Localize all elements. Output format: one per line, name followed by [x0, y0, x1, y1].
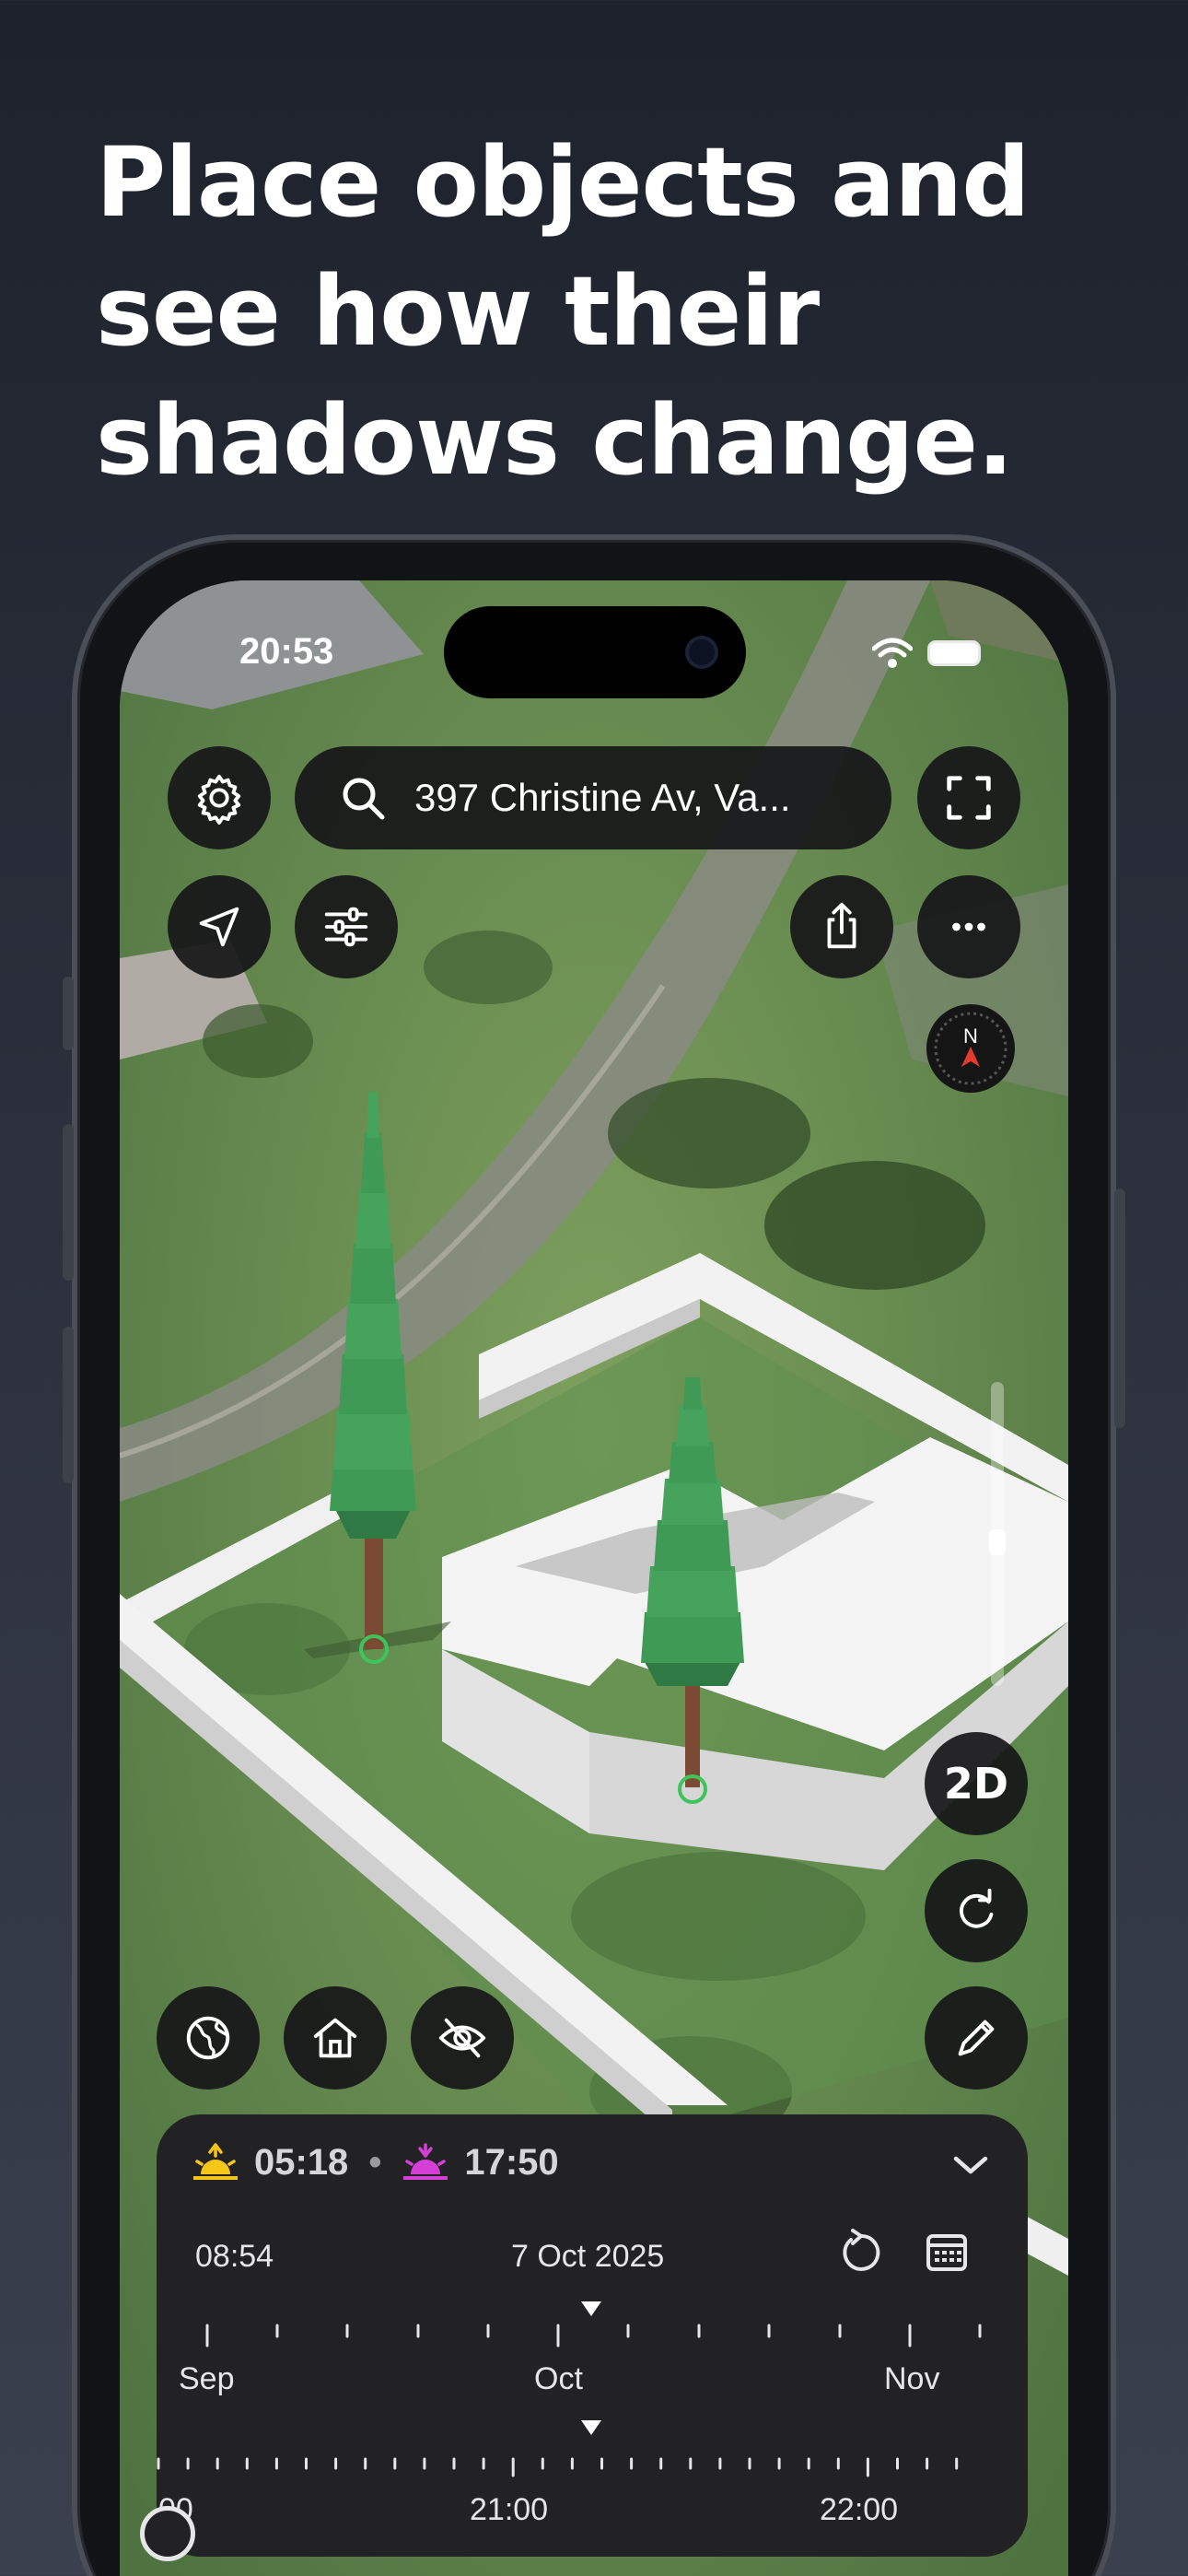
time-scrubber[interactable]: [157, 2418, 1028, 2479]
hour-label-21: 21:00: [470, 2492, 549, 2527]
search-bar[interactable]: 397 Christine Av, Va...: [295, 746, 891, 849]
date-indicator-icon: [581, 2301, 601, 2316]
sun-times-row: 05:18 • 17:50: [192, 2142, 559, 2184]
volume-down-button: [63, 1327, 74, 1483]
action-button: [63, 977, 74, 1050]
sun-time-panel: 05:18 • 17:50 08:54 7 Oct 2025 Sep Oct N…: [157, 2114, 1028, 2557]
calendar-icon[interactable]: [923, 2229, 971, 2277]
home-icon: [313, 2018, 357, 2058]
headline: Place objects and see how their shadows …: [96, 126, 1031, 497]
month-label-oct: Oct: [534, 2361, 583, 2396]
compass-label: N: [963, 1025, 978, 1048]
status-time: 20:53: [239, 631, 334, 672]
gear-icon: [197, 774, 241, 825]
locate-button[interactable]: [168, 875, 271, 978]
month-label-nov: Nov: [884, 2361, 940, 2396]
time-indicator-icon: [581, 2420, 601, 2435]
power-button: [1114, 1188, 1125, 1428]
hide-objects-button[interactable]: [411, 1986, 514, 2090]
more-icon: [952, 922, 985, 931]
sunset-time: 17:50: [464, 2142, 559, 2183]
status-icons: [872, 638, 981, 669]
reset-rotation-button[interactable]: [925, 1859, 1028, 1962]
dynamic-island: [444, 606, 746, 698]
edit-button[interactable]: [925, 1986, 1028, 2090]
share-button[interactable]: [790, 875, 893, 978]
sliders-icon: [324, 907, 368, 947]
fullscreen-button[interactable]: [917, 746, 1020, 849]
location-arrow-icon: [199, 907, 239, 947]
search-address: 397 Christine Av, Va...: [414, 776, 791, 819]
more-button[interactable]: [917, 875, 1020, 978]
compass[interactable]: N: [926, 1004, 1015, 1093]
battery-icon: [927, 640, 981, 666]
camera-icon: [685, 636, 718, 669]
view-mode-button[interactable]: 2D: [925, 1732, 1028, 1835]
filters-button[interactable]: [295, 875, 398, 978]
view-mode-label: 2D: [943, 1759, 1009, 1809]
globe-button[interactable]: [157, 1986, 260, 2090]
app-screen: 20:53 397 Christine Av, Va... N 2D 05:18…: [120, 580, 1068, 2576]
date-scrubber[interactable]: [157, 2285, 1028, 2349]
current-time: 08:54: [195, 2239, 274, 2274]
compass-icon: N: [934, 1012, 1007, 1085]
pencil-icon: [958, 2020, 995, 2056]
search-icon: [343, 778, 385, 820]
current-date: 7 Oct 2025: [511, 2239, 665, 2274]
month-label-sep: Sep: [179, 2361, 235, 2396]
sun-separator: •: [368, 2142, 382, 2183]
globe-icon: [186, 2016, 230, 2060]
sunrise-icon: [193, 2142, 238, 2180]
rotate-icon: [960, 1888, 994, 1928]
zoom-slider-handle[interactable]: [989, 1529, 1006, 1555]
sunset-icon: [403, 2142, 448, 2180]
hour-label-22: 22:00: [820, 2492, 899, 2527]
wifi-icon: [872, 638, 913, 668]
hidden-control-edge: [140, 2506, 195, 2561]
fullscreen-icon: [947, 776, 991, 820]
collapse-panel-chevron-icon[interactable]: [950, 2151, 991, 2179]
volume-up-button: [63, 1124, 74, 1281]
sunrise-time: 05:18: [254, 2142, 349, 2183]
settings-button[interactable]: [168, 746, 271, 849]
share-icon: [827, 902, 856, 949]
reset-time-icon[interactable]: [834, 2227, 886, 2278]
eye-slash-icon: [438, 2018, 486, 2058]
home-button[interactable]: [284, 1986, 387, 2090]
